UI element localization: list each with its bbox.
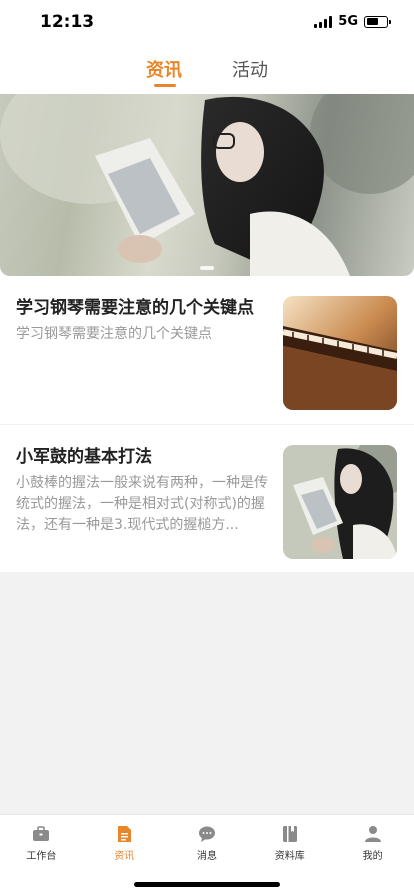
network-type: 5G <box>338 14 358 29</box>
document-icon <box>118 826 132 842</box>
tab-bar-label: 资料库 <box>274 851 305 862</box>
banner-carousel[interactable] <box>0 94 414 276</box>
tab-bar-item-profile[interactable]: 我的 <box>331 815 414 896</box>
home-indicator <box>134 882 280 887</box>
banner-image[interactable] <box>0 94 414 276</box>
tab-bar-label: 工作台 <box>26 851 57 862</box>
news-item[interactable]: 学习钢琴需要注意的几个关键点 学习钢琴需要注意的几个关键点 <box>0 276 414 425</box>
news-title: 学习钢琴需要注意的几个关键点 <box>16 298 254 318</box>
top-tabs: 资讯 活动 <box>0 46 414 94</box>
book-icon <box>282 826 297 842</box>
tab-activities[interactable]: 活动 <box>232 46 268 94</box>
status-bar: 12:13 5G <box>0 0 414 46</box>
tab-bar-label: 我的 <box>362 851 383 862</box>
tab-activities-label: 活动 <box>232 60 268 81</box>
status-indicators: 5G <box>314 14 391 29</box>
news-title: 小军鼓的基本打法 <box>16 447 152 467</box>
active-tab-underline <box>154 84 176 87</box>
tab-bar-label: 消息 <box>196 851 217 862</box>
news-thumbnail <box>283 445 397 559</box>
person-icon <box>364 826 381 842</box>
tab-bar-item-workbench[interactable]: 工作台 <box>0 815 83 896</box>
briefcase-icon <box>33 826 50 841</box>
tab-news-label: 资讯 <box>146 60 182 81</box>
news-list: 学习钢琴需要注意的几个关键点 学习钢琴需要注意的几个关键点 小军鼓的基本打法 小… <box>0 276 414 572</box>
chat-icon <box>198 826 215 842</box>
status-time: 12:13 <box>40 12 95 32</box>
battery-icon <box>364 15 391 28</box>
news-item[interactable]: 小军鼓的基本打法 小鼓棒的握法一般来说有两种，一种是传统式的握法，一种是相对式(… <box>0 425 414 572</box>
news-thumbnail <box>283 296 397 410</box>
news-summary: 学习钢琴需要注意的几个关键点 <box>16 326 212 342</box>
battery-level <box>366 18 378 25</box>
carousel-indicator <box>200 266 214 270</box>
tab-news[interactable]: 资讯 <box>146 46 182 94</box>
signal-icon <box>314 15 333 28</box>
news-summary: 小鼓棒的握法一般来说有两种，一种是传统式的握法，一种是相对式(对称式)的握法，还… <box>16 475 268 533</box>
tab-bar-label: 资讯 <box>114 851 135 862</box>
